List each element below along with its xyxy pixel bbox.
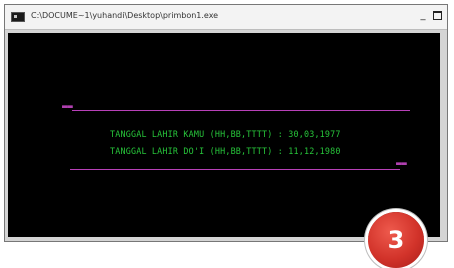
divider-top: [72, 110, 410, 111]
step-number-badge: 3: [368, 212, 424, 268]
console-app-icon[interactable]: [11, 12, 25, 22]
window-title: C:\DOCUME~1\yuhandi\Desktop\primbon1.exe: [31, 11, 219, 20]
divider-bottom: [70, 169, 400, 170]
title-bar[interactable]: C:\DOCUME~1\yuhandi\Desktop\primbon1.exe…: [5, 5, 447, 30]
rule-end-marker: ▬▬: [396, 159, 407, 169]
minimize-button[interactable]: _: [417, 9, 429, 23]
maximize-button[interactable]: [431, 9, 443, 23]
maximize-icon: [432, 10, 442, 20]
console-line: TANGGAL LAHIR KAMU (HH,BB,TTTT) : 30,03,…: [110, 129, 341, 139]
console-output: ▬▬ TANGGAL LAHIR KAMU (HH,BB,TTTT) : 30,…: [8, 33, 440, 237]
console-line: TANGGAL LAHIR DO'I (HH,BB,TTTT) : 11,12,…: [110, 146, 341, 156]
console-window: C:\DOCUME~1\yuhandi\Desktop\primbon1.exe…: [4, 4, 448, 242]
